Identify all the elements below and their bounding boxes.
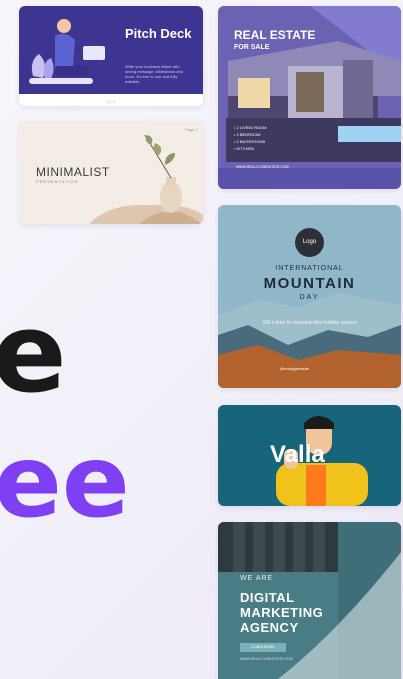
list-item: • 3 BEDROOM — [234, 132, 261, 137]
minimalist-subtitle: PRESENTATION — [36, 179, 79, 184]
template-card-digital-marketing[interactable]: WE ARE DIGITAL MARKETING AGENCY LEARN MO… — [218, 522, 401, 679]
pitch-deck-body: Write your business slides with strong m… — [125, 64, 184, 84]
pitch-deck-pager: 1 / 2 — [107, 99, 115, 104]
pitch-deck-slide: Pitch Deck Write your business slides wi… — [19, 6, 203, 94]
mountain-line1: INTERNATIONAL — [275, 265, 344, 272]
template-card-valla[interactable]: Valla — [218, 405, 401, 506]
template-card-mountain-day[interactable]: Logo INTERNATIONAL MOUNTAIN DAY Gift a t… — [218, 205, 401, 388]
template-card-pitch-deck[interactable]: Pitch Deck Write your business slides wi… — [19, 6, 203, 106]
digital-kicker: WE ARE — [240, 575, 274, 582]
list-item: • 2 BATHROOMS — [234, 139, 266, 144]
hero-heading-line1: e — [0, 289, 67, 417]
digital-footer-url: WWW.REALLYGREATSITE.COM — [240, 657, 293, 661]
digital-learn-more-button[interactable]: LEARN MORE — [240, 643, 286, 652]
mountain-handle: @reallygreatsite — [280, 366, 309, 371]
template-card-minimalist[interactable]: Page 1 MINIMALIST PRESENTATION — [19, 121, 203, 224]
list-item: • 2 LIVING ROOM — [234, 125, 267, 130]
minimalist-page-number: Page 1 — [185, 127, 198, 132]
mountain-gift-text: Gift a time to mountain this holiday sea… — [262, 320, 357, 326]
template-card-real-estate[interactable]: REAL ESTATE FOR SALE • 2 LIVING ROOM • 3… — [218, 6, 401, 189]
hero-heading-line2: ee — [0, 423, 130, 540]
list-item: • KITCHEN — [234, 146, 255, 151]
real-estate-features: • 2 LIVING ROOM • 3 BEDROOM • 2 BATHROOM… — [234, 124, 267, 152]
real-estate-url: WWW.REALLYGREATSITE.COM — [236, 165, 289, 169]
minimalist-title: MINIMALIST — [36, 165, 110, 179]
mountain-line3: DAY — [299, 294, 320, 301]
valla-title: Valla — [270, 441, 325, 468]
digital-title: DIGITAL MARKETING AGENCY — [240, 590, 324, 635]
pitch-deck-title: Pitch Deck — [125, 26, 192, 41]
real-estate-subtitle: FOR SALE — [234, 44, 270, 51]
mountain-line2: MOUNTAIN — [263, 275, 356, 292]
mountain-logo: Logo — [295, 228, 324, 257]
real-estate-title: REAL ESTATE — [234, 28, 316, 42]
